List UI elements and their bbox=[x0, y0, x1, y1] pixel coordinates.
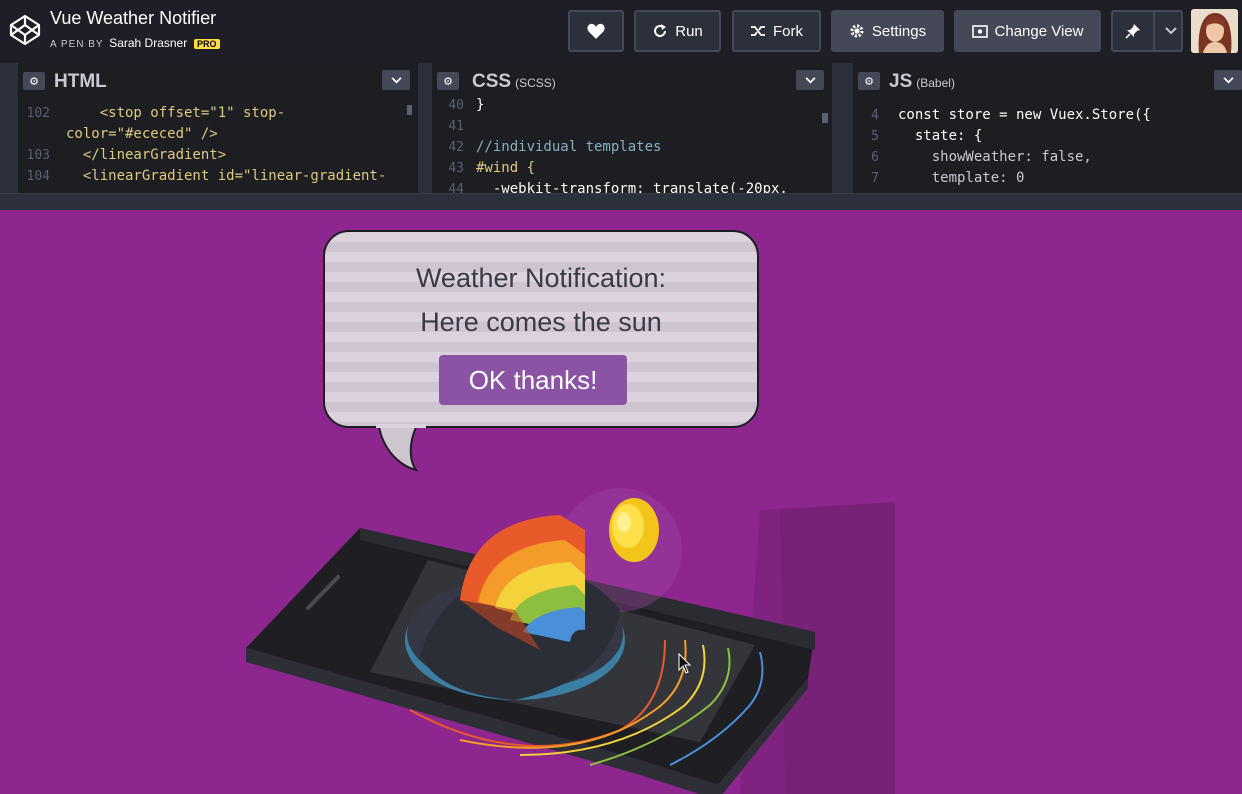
js-code-editor[interactable]: 4 const store = new Vuex.Store({ 5 state… bbox=[853, 99, 1242, 193]
scrollbar[interactable] bbox=[407, 105, 412, 115]
css-settings-icon[interactable]: ⚙ bbox=[437, 72, 459, 90]
settings-label: Settings bbox=[871, 22, 927, 40]
code-line: template: 0 bbox=[898, 170, 1025, 186]
line-number: 5 bbox=[871, 129, 879, 144]
line-number: 4 bbox=[871, 108, 879, 123]
bubble-tail bbox=[376, 424, 426, 472]
code-line: state: { bbox=[898, 128, 983, 144]
run-button[interactable]: Run bbox=[634, 10, 721, 52]
line-number: 104 bbox=[26, 169, 50, 184]
css-code-editor[interactable]: 40 } 41 42 //individual templates 43 #wi… bbox=[432, 97, 832, 193]
change-view-label: Change View bbox=[994, 22, 1084, 40]
top-bar: Vue Weather Notifier A PEN BY Sarah Dras… bbox=[0, 0, 1242, 63]
code-line: //individual templates bbox=[476, 139, 662, 155]
css-title-text: CSS bbox=[472, 71, 512, 92]
line-number: 103 bbox=[26, 148, 50, 163]
heart-icon bbox=[587, 23, 605, 39]
line-number: 44 bbox=[448, 182, 464, 193]
code-line: color="#ececed" /> bbox=[66, 126, 218, 142]
css-dropdown-button[interactable] bbox=[796, 70, 824, 90]
run-icon bbox=[654, 24, 667, 37]
weather-notification-bubble: Weather Notification: Here comes the sun… bbox=[323, 230, 759, 428]
heart-button[interactable] bbox=[568, 10, 624, 52]
fork-icon bbox=[751, 26, 765, 36]
pin-button[interactable] bbox=[1111, 10, 1183, 52]
code-line: </linearGradient> bbox=[66, 147, 227, 163]
chevron-down-icon bbox=[805, 76, 815, 83]
fork-button[interactable]: Fork bbox=[732, 10, 821, 52]
ok-thanks-button[interactable]: OK thanks! bbox=[439, 355, 627, 405]
pen-by-label: A PEN BY bbox=[50, 39, 104, 50]
js-dropdown-button[interactable] bbox=[1214, 70, 1242, 90]
js-editor-pane: ⚙ JS (Babel) 4 const store = new Vuex.Sto… bbox=[853, 63, 1242, 193]
js-subtitle: (Babel) bbox=[916, 76, 955, 90]
line-number: 6 bbox=[871, 150, 879, 165]
pen-title[interactable]: Vue Weather Notifier bbox=[50, 8, 216, 29]
gear-icon bbox=[850, 24, 864, 38]
notification-title: Weather Notification: bbox=[415, 263, 667, 293]
js-title-text: JS bbox=[889, 71, 913, 92]
pin-dropdown[interactable] bbox=[1162, 27, 1181, 35]
run-label: Run bbox=[675, 22, 703, 40]
line-number: 40 bbox=[448, 98, 464, 113]
avatar-image bbox=[1191, 9, 1238, 53]
chevron-down-icon bbox=[1223, 76, 1233, 83]
scrollbar[interactable] bbox=[822, 113, 828, 123]
pin-area[interactable] bbox=[1113, 12, 1155, 50]
line-number: 102 bbox=[26, 106, 50, 121]
html-settings-icon[interactable]: ⚙ bbox=[23, 72, 45, 90]
html-pane-title: HTML bbox=[54, 71, 107, 93]
chevron-down-icon bbox=[391, 76, 401, 83]
line-number: 42 bbox=[448, 140, 464, 155]
pro-badge: PRO bbox=[194, 39, 220, 49]
chevron-down-icon bbox=[1165, 27, 1178, 35]
notification-message: Here comes the sun bbox=[420, 307, 662, 337]
css-editor-pane: ⚙ CSS (SCSS) 40 } 41 42 //individual temp… bbox=[432, 63, 832, 193]
html-editor-pane: ⚙ HTML 102 <stop offset="1" stop- color=… bbox=[18, 63, 418, 193]
code-line: <stop offset="1" stop- bbox=[66, 105, 286, 121]
pane-resizer[interactable] bbox=[418, 63, 432, 193]
fork-label: Fork bbox=[773, 22, 803, 40]
pen-byline: A PEN BY Sarah Drasner PRO bbox=[50, 36, 220, 50]
line-number: 7 bbox=[871, 171, 879, 186]
codepen-logo-icon[interactable] bbox=[9, 14, 41, 46]
css-subtitle: (SCSS) bbox=[515, 76, 556, 90]
code-line: <linearGradient id="linear-gradient- bbox=[66, 168, 387, 184]
settings-button[interactable]: Settings bbox=[831, 10, 944, 52]
js-pane-title: JS (Babel) bbox=[889, 71, 955, 93]
avatar[interactable] bbox=[1191, 9, 1238, 53]
author-link[interactable]: Sarah Drasner bbox=[109, 36, 187, 50]
code-line: showWeather: false, bbox=[898, 149, 1092, 165]
code-line: const store = new Vuex.Store({ bbox=[898, 107, 1151, 123]
change-view-icon bbox=[971, 24, 988, 38]
code-line: } bbox=[476, 97, 485, 113]
line-number: 41 bbox=[448, 119, 464, 134]
html-title-text: HTML bbox=[54, 71, 107, 92]
pin-icon bbox=[1125, 24, 1140, 39]
editor-area: ⚙ HTML 102 <stop offset="1" stop- color=… bbox=[0, 63, 1242, 193]
preview-pane: Weather Notification: Here comes the sun… bbox=[0, 210, 1242, 794]
js-pane-header: ⚙ JS (Babel) bbox=[853, 63, 1242, 99]
line-number: 43 bbox=[448, 161, 464, 176]
pane-resizer[interactable] bbox=[832, 63, 853, 193]
pane-resizer[interactable] bbox=[0, 63, 18, 193]
html-code-editor[interactable]: 102 <stop offset="1" stop- color="#ecece… bbox=[18, 99, 418, 193]
change-view-button[interactable]: Change View bbox=[954, 10, 1101, 52]
code-line: #wind { bbox=[476, 160, 536, 176]
css-pane-title: CSS (SCSS) bbox=[472, 71, 556, 93]
html-pane-header: ⚙ HTML bbox=[18, 63, 418, 99]
js-settings-icon[interactable]: ⚙ bbox=[858, 72, 880, 90]
css-pane-header: ⚙ CSS (SCSS) bbox=[432, 63, 832, 99]
html-dropdown-button[interactable] bbox=[382, 70, 410, 90]
preview-resize-bar[interactable] bbox=[0, 193, 1242, 211]
code-line: -webkit-transform: translate(-20px, bbox=[476, 181, 788, 193]
